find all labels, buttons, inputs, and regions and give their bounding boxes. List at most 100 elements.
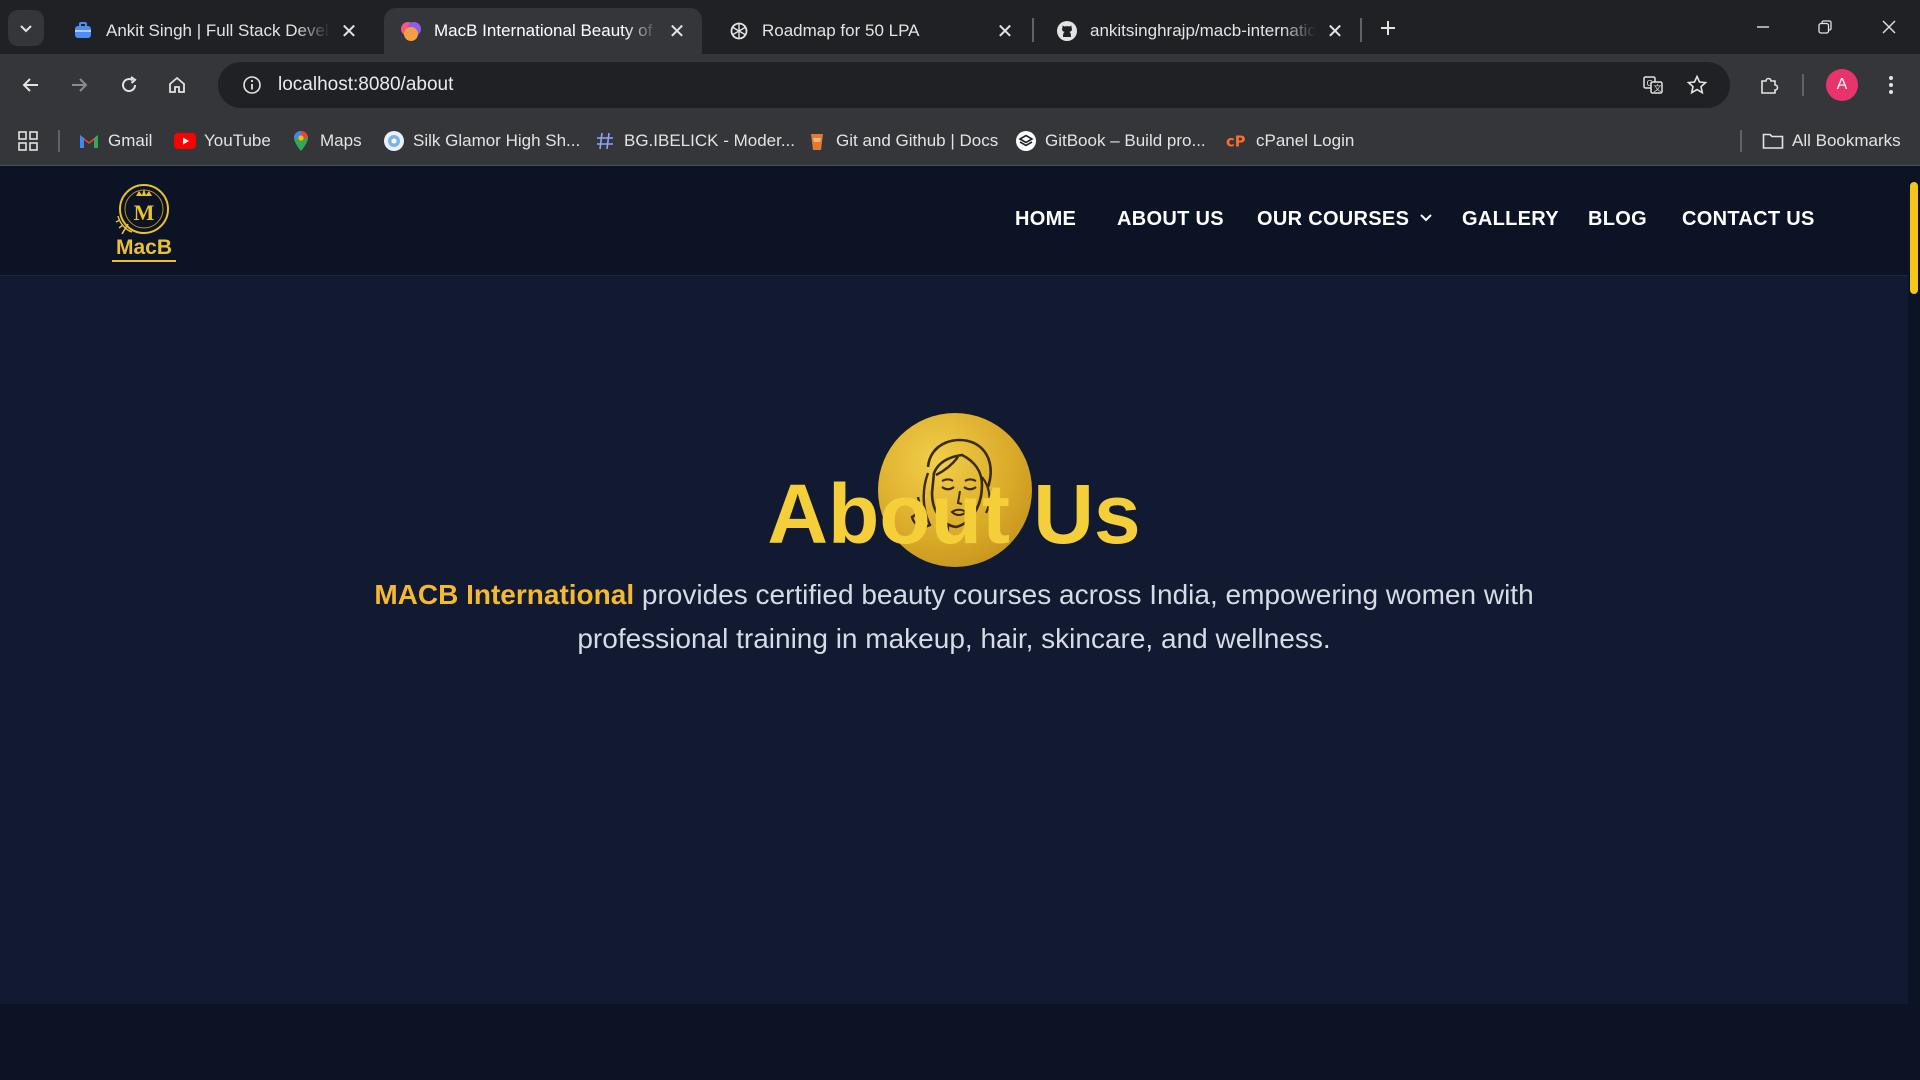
browser-toolbar: localhost:8080/about G文 A bbox=[0, 54, 1920, 116]
bookmark-bg-ibelick[interactable]: BG.IBELICK - Moder... bbox=[594, 116, 795, 166]
translate-icon[interactable]: G文 bbox=[1634, 66, 1672, 104]
nav-about[interactable]: ABOUT US bbox=[1117, 208, 1224, 231]
minimize-button[interactable] bbox=[1732, 0, 1794, 54]
more-vertical-icon bbox=[1889, 76, 1893, 94]
about-hero: About Us MACB International provides cer… bbox=[0, 276, 1908, 1004]
bookmark-label: Gmail bbox=[108, 131, 153, 150]
gitbook-icon bbox=[1015, 130, 1037, 152]
nav-contact[interactable]: CONTACT US bbox=[1682, 208, 1815, 231]
next-section bbox=[0, 1004, 1908, 1080]
page-scrollbar[interactable] bbox=[1908, 166, 1920, 1080]
apps-grid-icon[interactable] bbox=[14, 127, 42, 155]
tab-github[interactable]: ankitsinghrajp/macb-international ✕ bbox=[1040, 8, 1360, 54]
bookmarks-separator bbox=[58, 130, 60, 152]
tab-title: MacB International Beauty of School bbox=[434, 21, 658, 40]
home-button[interactable] bbox=[158, 66, 196, 104]
close-icon[interactable]: ✕ bbox=[338, 20, 360, 43]
site-logo[interactable]: M MacB bbox=[108, 180, 180, 262]
bookmark-gitbook[interactable]: GitBook – Build pro... bbox=[1015, 116, 1206, 166]
openai-icon bbox=[728, 20, 750, 42]
gmail-icon bbox=[78, 130, 100, 152]
url-text: localhost:8080/about bbox=[278, 74, 454, 95]
scrollbar-thumb[interactable] bbox=[1910, 182, 1918, 294]
new-tab-button[interactable] bbox=[1370, 10, 1406, 46]
cpanel-icon: cP bbox=[1226, 130, 1248, 152]
macb-favicon-icon bbox=[400, 20, 422, 42]
description-text: provides certified beauty courses across… bbox=[577, 579, 1534, 654]
restore-button[interactable] bbox=[1794, 0, 1856, 54]
tab-separator bbox=[1032, 18, 1034, 42]
all-bookmarks-label: All Bookmarks bbox=[1792, 131, 1901, 150]
tab-portfolio[interactable]: Ankit Singh | Full Stack Developer ✕ bbox=[56, 8, 374, 54]
close-window-button[interactable] bbox=[1858, 0, 1920, 54]
nav-gallery[interactable]: GALLERY bbox=[1462, 208, 1559, 231]
reload-icon bbox=[122, 76, 137, 93]
close-icon[interactable]: ✕ bbox=[994, 20, 1016, 43]
menu-button[interactable] bbox=[1872, 66, 1910, 104]
bookmark-youtube[interactable]: YouTube bbox=[174, 116, 271, 166]
github-icon bbox=[1056, 20, 1078, 42]
tab-title: Ankit Singh | Full Stack Developer bbox=[106, 21, 330, 40]
briefcase-icon bbox=[72, 20, 94, 42]
tab-roadmap[interactable]: Roadmap for 50 LPA ✕ bbox=[712, 8, 1030, 54]
svg-text:cP: cP bbox=[1226, 134, 1246, 151]
tab-title: Roadmap for 50 LPA bbox=[762, 21, 920, 40]
address-bar[interactable]: localhost:8080/about G文 bbox=[218, 62, 1730, 108]
bookmark-label: Maps bbox=[320, 131, 362, 150]
bookmark-maps[interactable]: Maps bbox=[290, 116, 362, 166]
bookmark-label: BG.IBELICK - Moder... bbox=[624, 131, 796, 150]
nav-courses-label: OUR COURSES bbox=[1257, 208, 1410, 230]
chevron-down-icon bbox=[1419, 206, 1433, 229]
folder-icon bbox=[1762, 130, 1784, 152]
plus-icon bbox=[1381, 21, 1395, 35]
nav-home[interactable]: HOME bbox=[1015, 208, 1076, 231]
star-icon[interactable] bbox=[1678, 66, 1716, 104]
chevron-down-icon bbox=[20, 25, 32, 33]
tab-macb[interactable]: MacB International Beauty of School ✕ bbox=[384, 8, 702, 54]
bookmark-gmail[interactable]: Gmail bbox=[78, 116, 152, 166]
close-icon[interactable]: ✕ bbox=[666, 20, 688, 43]
bookmarks-bar: Gmail YouTube Maps Silk Glamor High Sh..… bbox=[0, 116, 1920, 166]
bookmark-label: cPanel Login bbox=[1256, 131, 1355, 150]
back-button[interactable] bbox=[12, 66, 50, 104]
bookmark-label: YouTube bbox=[204, 131, 271, 150]
profile-avatar[interactable]: A bbox=[1826, 69, 1858, 101]
puzzle-icon bbox=[1761, 77, 1779, 94]
logo-text: MacB bbox=[115, 236, 173, 259]
bookmark-label: Silk Glamor High Sh... bbox=[413, 131, 581, 150]
arrow-right-icon bbox=[72, 78, 88, 92]
home-icon bbox=[169, 76, 185, 93]
site-navbar: M MacB HOME ABOUT US OUR COURSES GALLERY… bbox=[0, 166, 1908, 276]
extensions-button[interactable] bbox=[1750, 66, 1788, 104]
bookmark-silk-glamor[interactable]: Silk Glamor High Sh... bbox=[383, 116, 580, 166]
brand-highlight: MACB International bbox=[374, 579, 635, 610]
toolbar-separator bbox=[1802, 74, 1804, 96]
silk-glamor-icon bbox=[383, 130, 405, 152]
page-viewport: M MacB HOME ABOUT US OUR COURSES GALLERY… bbox=[0, 166, 1908, 1080]
svg-text:文: 文 bbox=[1654, 83, 1662, 93]
reload-button[interactable] bbox=[110, 66, 148, 104]
all-bookmarks-button[interactable]: All Bookmarks bbox=[1762, 116, 1901, 166]
logo-emblem-icon: M bbox=[115, 184, 169, 235]
restore-icon bbox=[1818, 20, 1832, 34]
site-info-icon[interactable] bbox=[232, 62, 272, 108]
bookmark-label: Git and Github | Docs bbox=[836, 131, 999, 150]
close-icon[interactable]: ✕ bbox=[1324, 20, 1346, 43]
git-docs-icon bbox=[806, 130, 828, 152]
bookmark-cpanel[interactable]: cP cPanel Login bbox=[1226, 116, 1354, 166]
hash-icon bbox=[594, 130, 616, 152]
tab-separator bbox=[1360, 18, 1362, 42]
arrow-left-icon bbox=[22, 78, 38, 92]
tab-search-button[interactable] bbox=[8, 10, 44, 46]
page-title: About Us bbox=[767, 467, 1141, 561]
close-icon bbox=[1882, 20, 1896, 34]
bookmarks-separator bbox=[1740, 130, 1742, 152]
minimize-icon bbox=[1757, 26, 1769, 28]
tab-title: ankitsinghrajp/macb-international bbox=[1090, 21, 1316, 40]
youtube-icon bbox=[174, 130, 196, 152]
nav-courses-dropdown[interactable]: OUR COURSES bbox=[1257, 206, 1433, 231]
forward-button[interactable] bbox=[60, 66, 98, 104]
about-description: MACB International provides certified be… bbox=[330, 573, 1578, 661]
bookmark-git-docs[interactable]: Git and Github | Docs bbox=[806, 116, 998, 166]
nav-blog[interactable]: BLOG bbox=[1588, 208, 1647, 231]
